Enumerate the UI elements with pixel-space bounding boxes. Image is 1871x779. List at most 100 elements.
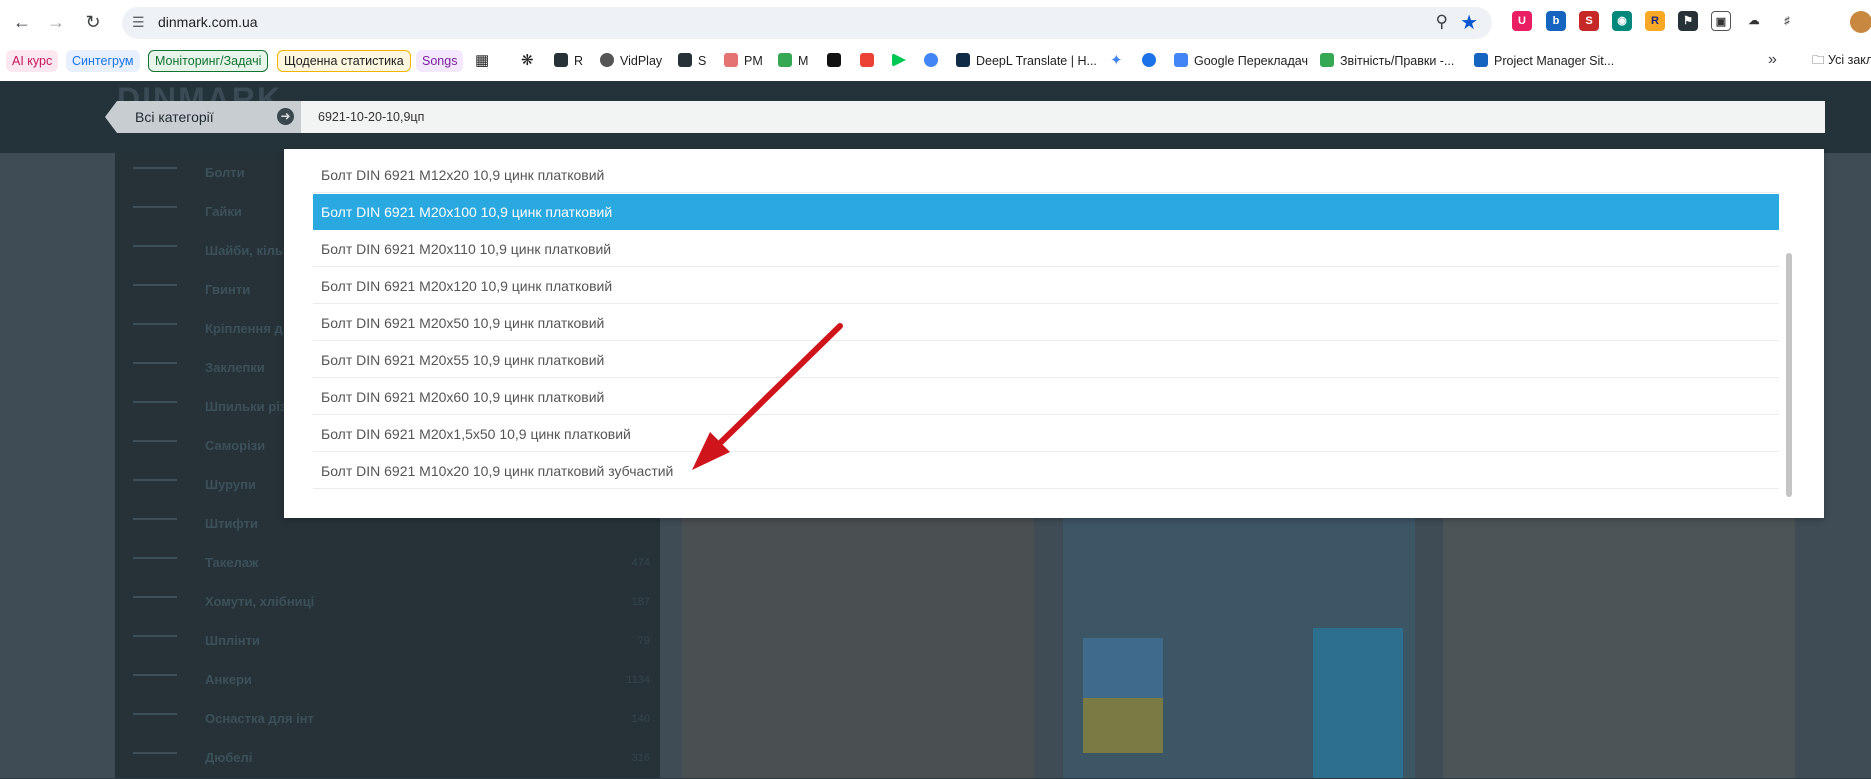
zoom-icon[interactable]: ⚲: [1436, 12, 1448, 32]
address-bar[interactable]: ☰ dinmark.com.ua ⚲ ★: [122, 7, 1492, 39]
back-arrow-icon[interactable]: ←: [10, 10, 34, 34]
reload-icon[interactable]: ↻: [81, 10, 105, 34]
menu-item-count: 1134: [626, 674, 650, 686]
bookmark-13-icon[interactable]: [860, 51, 880, 71]
flag-shape: [1083, 638, 1163, 698]
bookmark-14-icon[interactable]: [892, 51, 912, 71]
extension-s-icon[interactable]: S: [1579, 11, 1599, 31]
extension-image-icon[interactable]: ▣: [1711, 11, 1731, 31]
bookmark-15[interactable]: Project Manager Sit...: [1474, 51, 1614, 71]
search-result-label: Болт DIN 6921 M20x120 10,9 цинк платкови…: [321, 278, 613, 294]
bookmark-8[interactable]: VidPlay: [600, 51, 662, 71]
search-result-item[interactable]: Болт DIN 6921 M20x120 10,9 цинк платкови…: [313, 268, 1779, 304]
search-result-label: Болт DIN 6921 M20x1,5x50 10,9 цинк платк…: [321, 426, 631, 442]
category-icon: [133, 206, 177, 216]
menu-item[interactable]: Оснастка для інт 140: [115, 701, 660, 740]
deepl-icon: [956, 53, 970, 67]
bookmarks-overflow-icon[interactable]: »: [1768, 51, 1777, 69]
bookmark-2[interactable]: Моніторинг/Задачі: [148, 50, 269, 72]
sheets-icon: [1320, 53, 1334, 67]
bookmarks-bar: AI курс Синтегрум Моніторинг/Задачі Щоде…: [0, 46, 1871, 82]
search-result-item[interactable]: Болт DIN 6921 M10x20 10,9 цинк платковий…: [313, 453, 1779, 489]
category-icon: [133, 245, 177, 255]
bookmark-7[interactable]: R: [554, 51, 583, 71]
bookmark-10[interactable]: PM: [724, 51, 763, 71]
bookmark-13[interactable]: Google Перекладач: [1174, 51, 1308, 71]
search-result-label: Болт DIN 6921 M10x20 10,9 цинк платковий…: [321, 463, 674, 479]
chatgpt-icon[interactable]: ❋: [521, 51, 534, 71]
menu-item-label: Гвинти: [205, 282, 251, 297]
search-result-label: Болт DIN 6921 M12x20 10,9 цинк платковий: [321, 167, 605, 183]
url-text[interactable]: dinmark.com.ua: [158, 14, 258, 30]
site-info-icon[interactable]: ☰: [132, 14, 145, 31]
category-icon: [133, 752, 177, 762]
extension-flag-icon[interactable]: ⚑: [1678, 11, 1698, 31]
folder-icon: 🗀: [1812, 53, 1828, 67]
extensions-puzzle-icon[interactable]: ♯: [1777, 11, 1797, 31]
category-icon: [133, 596, 177, 606]
menu-item[interactable]: Хомути, хлібниці 187: [115, 584, 660, 623]
search-result-item[interactable]: Болт DIN 6921 M20x55 10,9 цинк платковий: [313, 342, 1779, 378]
search-result-item[interactable]: Болт DIN 6921 M20x100 10,9 цинк платкови…: [313, 194, 1779, 230]
promo-image-machine[interactable]: [1443, 518, 1795, 778]
bookmark-12-icon[interactable]: [827, 51, 847, 71]
bookmark-1[interactable]: Синтегрум: [66, 50, 140, 72]
menu-item-label: Оснастка для інт: [205, 711, 314, 726]
bookmark-r-icon: [554, 53, 568, 67]
bookmark-15-icon[interactable]: [924, 51, 944, 71]
gemini-icon[interactable]: ✦: [1110, 51, 1123, 71]
menu-item[interactable]: Шплінти 79: [115, 623, 660, 662]
menu-item-label: Штифти: [205, 516, 258, 531]
category-icon: [133, 557, 177, 567]
search-result-item[interactable]: Болт DIN 6921 M20x110 10,9 цинк платкови…: [313, 231, 1779, 267]
extension-b-icon[interactable]: b: [1546, 11, 1566, 31]
profile-avatar[interactable]: [1850, 11, 1871, 33]
menu-item[interactable]: Такелаж 474: [115, 545, 660, 584]
menu-item-label: Дюбелі: [205, 750, 253, 765]
ublock-extension-icon[interactable]: U: [1512, 11, 1532, 31]
menu-item-count: 187: [631, 596, 650, 608]
bookmark-16-icon[interactable]: [1142, 51, 1162, 71]
search-input[interactable]: [301, 101, 1825, 133]
bookmark-3[interactable]: Щоденна статистика: [277, 50, 411, 72]
promo-image-bolts[interactable]: [682, 518, 1034, 778]
bookmark-11[interactable]: M: [778, 51, 808, 71]
search-result-item[interactable]: Болт DIN 6921 M20x50 10,9 цинк платковий: [313, 305, 1779, 341]
bookmark-star-icon[interactable]: ★: [1460, 10, 1478, 35]
extension-cloud-icon[interactable]: ☁: [1744, 11, 1764, 31]
search-result-item[interactable]: Болт DIN 6921 M20x1,5x50 10,9 цинк платк…: [313, 416, 1779, 452]
category-icon: [133, 479, 177, 489]
search-result-label: Болт DIN 6921 M20x110 10,9 цинк платкови…: [321, 241, 612, 257]
menu-item-label: Шурупи: [205, 477, 256, 492]
search-result-item[interactable]: Болт DIN 6921 M12x20 10,9 цинк платковий: [313, 157, 1779, 193]
category-icon: [133, 674, 177, 684]
dropdown-scrollbar[interactable]: [1786, 253, 1792, 497]
menu-item-label: Гайки: [205, 204, 242, 219]
category-icon: [133, 518, 177, 528]
menu-item-label: Анкери: [205, 672, 252, 687]
promo-image-team[interactable]: [1063, 518, 1415, 778]
menu-item-count: 316: [631, 752, 650, 764]
play-icon: [892, 53, 906, 67]
google-translate-icon: [1174, 53, 1188, 67]
menu-item-label: Хомути, хлібниці: [205, 594, 315, 609]
bookmark-12[interactable]: DeepL Translate | H...: [956, 51, 1097, 71]
category-select[interactable]: Всі категорії ➜: [105, 101, 301, 133]
menu-item-label: Саморізи: [205, 438, 266, 453]
menu-item[interactable]: Дюбелі 316: [115, 740, 660, 779]
extension-translate-icon[interactable]: R: [1645, 11, 1665, 31]
category-icon: [133, 362, 177, 372]
bookmark-4[interactable]: Songs: [416, 50, 464, 72]
bookmark-9[interactable]: S: [678, 51, 706, 71]
search-result-item[interactable]: Болт DIN 6921 M20x60 10,9 цинк платковий: [313, 379, 1779, 415]
menu-item-label: Болти: [205, 165, 245, 180]
menu-item[interactable]: Анкери 1134: [115, 662, 660, 701]
bookmark-0[interactable]: AI курс: [6, 50, 59, 72]
apps-grid-icon[interactable]: ▦: [475, 51, 489, 71]
forward-arrow-icon[interactable]: →: [44, 10, 68, 34]
category-icon: [133, 440, 177, 450]
all-bookmarks-folder[interactable]: 🗀 Усі закладки: [1812, 51, 1871, 72]
extension-record-icon[interactable]: ◉: [1612, 11, 1632, 31]
bookmark-14[interactable]: Звітність/Правки -...: [1320, 51, 1454, 71]
category-icon: [133, 401, 177, 411]
